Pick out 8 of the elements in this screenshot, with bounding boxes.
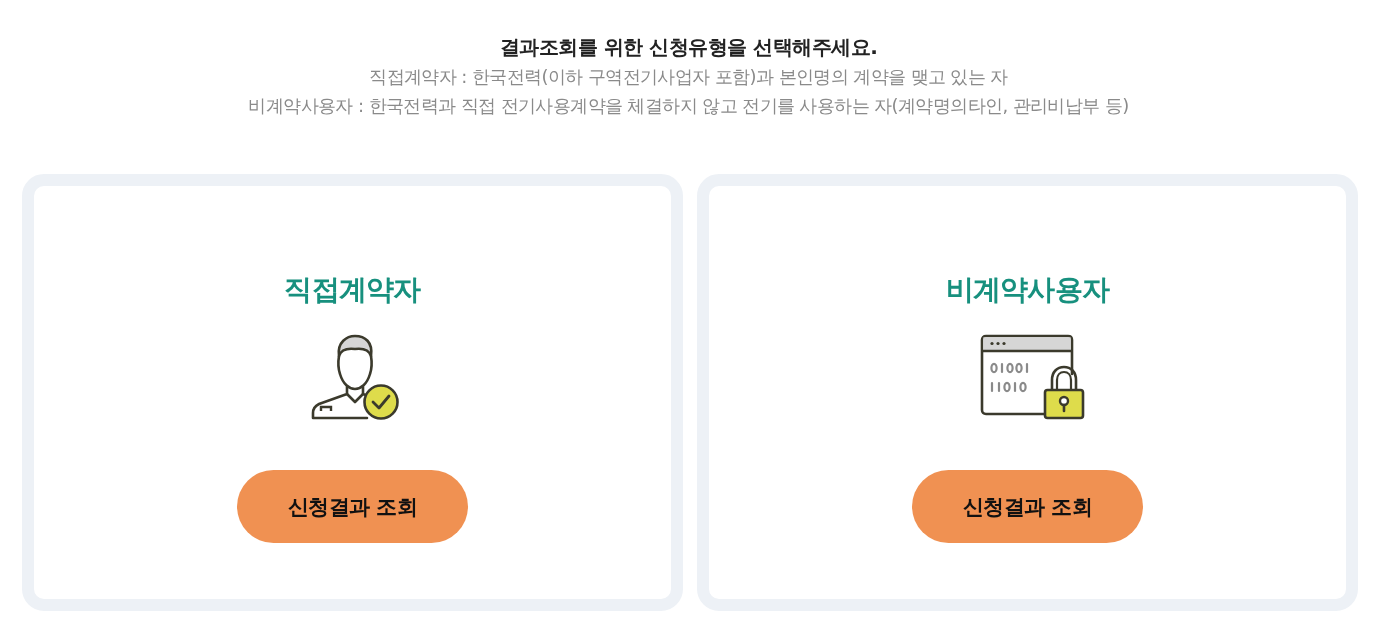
page-heading: 결과조회를 위한 신청유형을 선택해주세요.: [499, 34, 878, 61]
window-lock-icon: [979, 334, 1086, 420]
description-text: 직접계약자 : 한국전력(이하 구역전기사업자 포함)과 본인명의 계약을 맺고 있는 자: [369, 65, 1008, 89]
result-lookup-button[interactable]: 신청결과 조회: [237, 470, 468, 543]
description-text: 비계약사용자 : 한국전력과 직접 전기사용계약을 체결하지 않고 전기를 사용하는 자(계약명의타인, 관리비납부 등): [248, 94, 1129, 118]
result-lookup-button[interactable]: 신청결과 조회: [912, 470, 1143, 543]
card-title: 비계약사용자: [945, 272, 1110, 308]
card-title: 직접계약자: [284, 272, 421, 308]
